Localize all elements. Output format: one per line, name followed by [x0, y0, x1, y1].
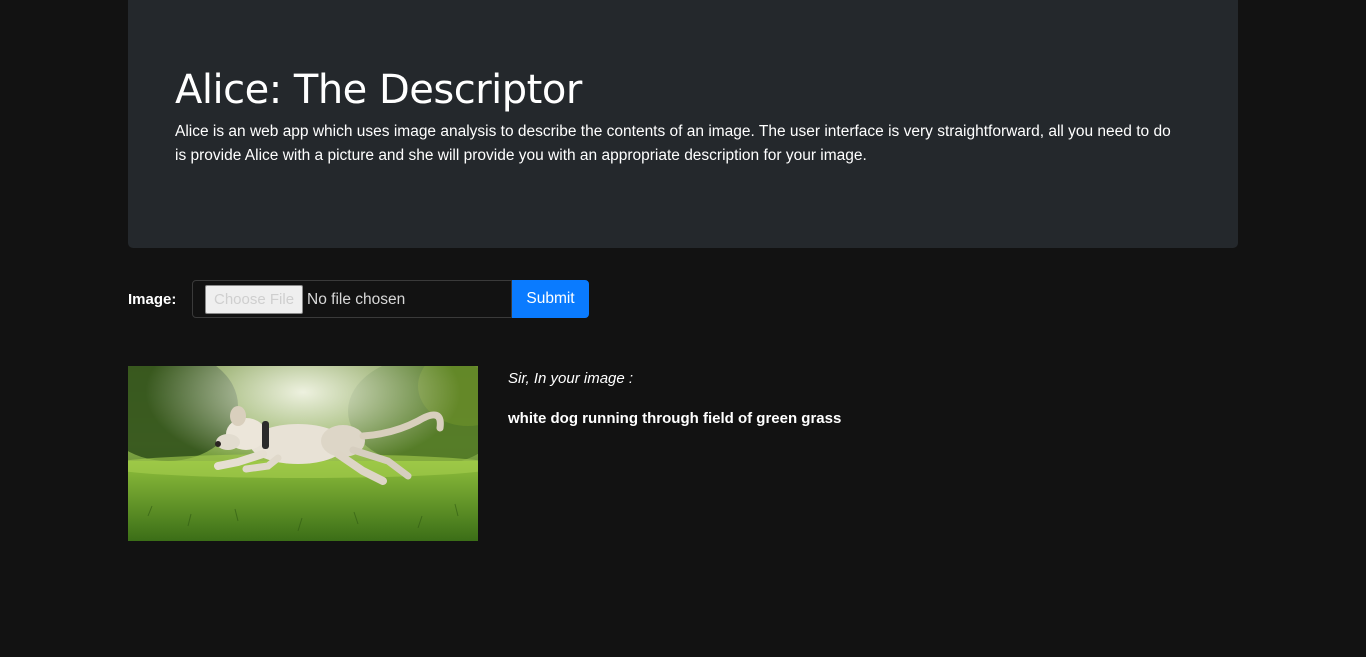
uploaded-image [128, 366, 478, 541]
file-status-text: No file chosen [307, 291, 406, 308]
result-intro: Sir, In your image : [508, 370, 634, 387]
upload-form: Image: Choose File No file chosen Submit [128, 280, 589, 318]
file-input[interactable]: Choose File No file chosen [192, 280, 512, 318]
jumbotron: Alice: The Descriptor Alice is an web ap… [128, 0, 1238, 248]
submit-button[interactable]: Submit [512, 280, 589, 318]
result-caption: white dog running through field of green… [508, 410, 842, 427]
image-field-label: Image: [128, 290, 177, 308]
page-title: Alice: The Descriptor [175, 67, 582, 113]
app-description: Alice is an web app which uses image ana… [175, 123, 1171, 164]
result-panel: Sir, In your image : white dog running t… [508, 368, 841, 430]
choose-file-button[interactable]: Choose File [205, 284, 304, 314]
